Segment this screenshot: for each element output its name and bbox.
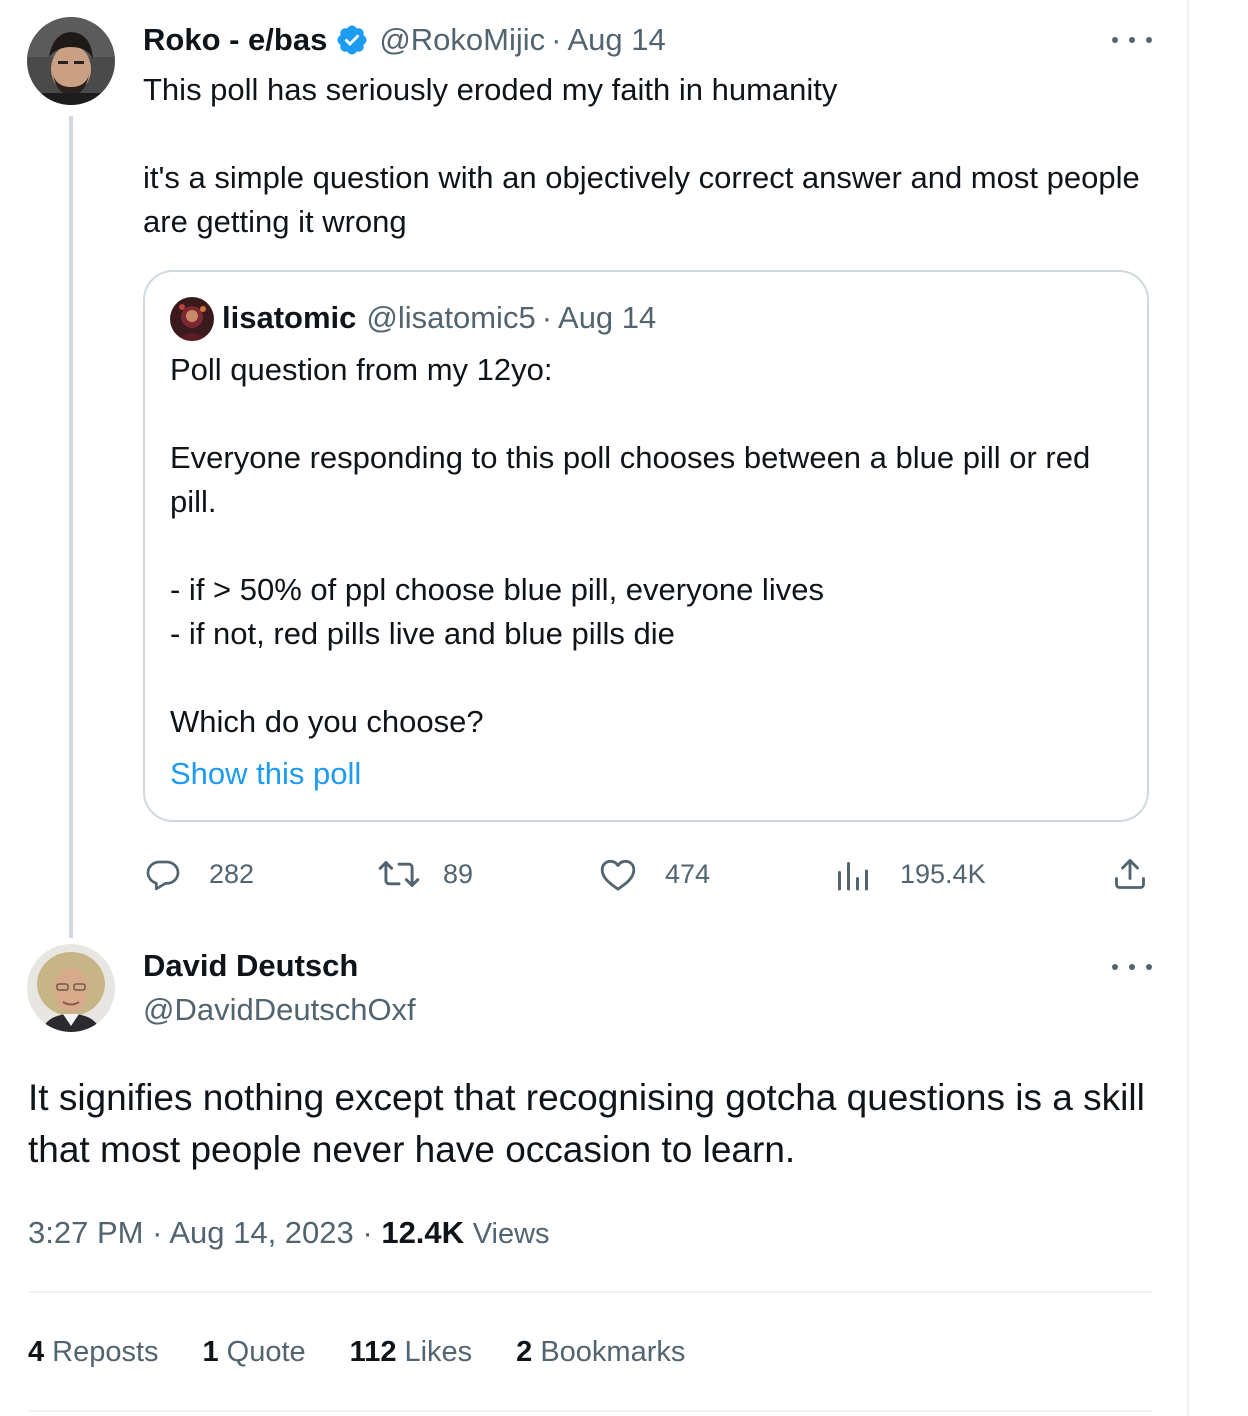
column-border — [1187, 0, 1189, 1416]
tweet-full-date[interactable]: Aug 14, 2023 — [169, 1215, 353, 1250]
view-count: 195.4K — [900, 858, 986, 889]
reply-button[interactable]: 282 — [145, 853, 254, 895]
reply-count: 282 — [209, 858, 255, 889]
like-button[interactable]: 474 — [599, 853, 710, 895]
tweet-date[interactable]: Aug 14 — [567, 22, 665, 58]
quoted-tweet-text: Poll question from my 12yo: Everyone res… — [170, 352, 1091, 739]
quoted-author-name: lisatomic — [222, 300, 357, 335]
views-chart-icon — [836, 856, 870, 892]
main-tweet-text: It signifies nothing except that recogni… — [28, 1077, 1145, 1170]
likes-label: Likes — [404, 1335, 473, 1368]
main-author-handle[interactable]: @DavidDeutschOxf — [143, 990, 416, 1030]
tweet-meta: 3:27 PM · Aug 14, 2023 · 12.4K Views — [28, 1211, 550, 1256]
reposts-label: Reposts — [52, 1335, 159, 1368]
divider — [28, 1410, 1152, 1412]
share-button[interactable] — [1112, 853, 1148, 895]
quotes-count: 1 — [202, 1335, 219, 1368]
likes-stat[interactable]: 112 Likes — [350, 1336, 473, 1369]
author-handle[interactable]: @RokoMijic — [379, 22, 545, 58]
quoted-author-handle: @lisatomic5 — [366, 300, 536, 335]
views-count: 12.4K — [381, 1215, 465, 1250]
more-horizontal-icon[interactable] — [1112, 957, 1152, 977]
bookmarks-label: Bookmarks — [540, 1335, 686, 1368]
david-deutsch-avatar[interactable] — [27, 944, 115, 1032]
show-poll-link[interactable]: Show this poll — [170, 752, 361, 796]
parent-tweet-header: Roko - e/bas @RokoMijic · Aug 14 — [143, 20, 666, 60]
dot-separator: · — [152, 1215, 170, 1250]
quoted-tweet-date: Aug 14 — [558, 300, 657, 335]
like-count: 474 — [665, 858, 711, 889]
bookmarks-count: 2 — [516, 1335, 533, 1368]
repost-count: 89 — [443, 858, 474, 889]
tweet-time[interactable]: 3:27 PM — [28, 1215, 143, 1250]
roko-avatar[interactable] — [27, 17, 115, 105]
thread-connector — [69, 116, 73, 938]
quotes-label: Quote — [226, 1335, 306, 1368]
engagement-stats: 4 Reposts 1 Quote 112 Likes 2 Bookmarks — [28, 1330, 729, 1374]
main-author-name[interactable]: David Deutsch — [143, 946, 358, 986]
dot-separator: · — [541, 300, 553, 335]
reply-icon — [145, 856, 181, 892]
repost-button[interactable]: 89 — [377, 853, 473, 895]
views-button[interactable]: 195.4K — [836, 853, 986, 895]
views-label: Views — [472, 1218, 550, 1250]
divider — [28, 1291, 1152, 1293]
verified-badge-icon — [335, 23, 369, 57]
likes-count: 112 — [349, 1335, 397, 1368]
parent-tweet-text: This poll has seriously eroded my faith … — [143, 72, 1140, 239]
dot-separator: · — [551, 22, 562, 57]
reposts-stat[interactable]: 4 Reposts — [28, 1336, 159, 1369]
author-name[interactable]: Roko - e/bas — [143, 22, 327, 58]
heart-icon — [599, 856, 637, 892]
lisatomic-avatar — [170, 297, 214, 341]
dot-separator: · — [362, 1215, 382, 1250]
bookmarks-stat[interactable]: 2 Bookmarks — [516, 1336, 685, 1369]
reposts-count: 4 — [28, 1335, 45, 1368]
share-icon — [1112, 856, 1148, 892]
more-horizontal-icon[interactable] — [1112, 30, 1152, 50]
quoted-tweet-header: lisatomic @lisatomic5 · Aug 14 — [222, 298, 656, 338]
repost-icon — [377, 856, 421, 892]
quotes-stat[interactable]: 1 Quote — [203, 1336, 306, 1369]
